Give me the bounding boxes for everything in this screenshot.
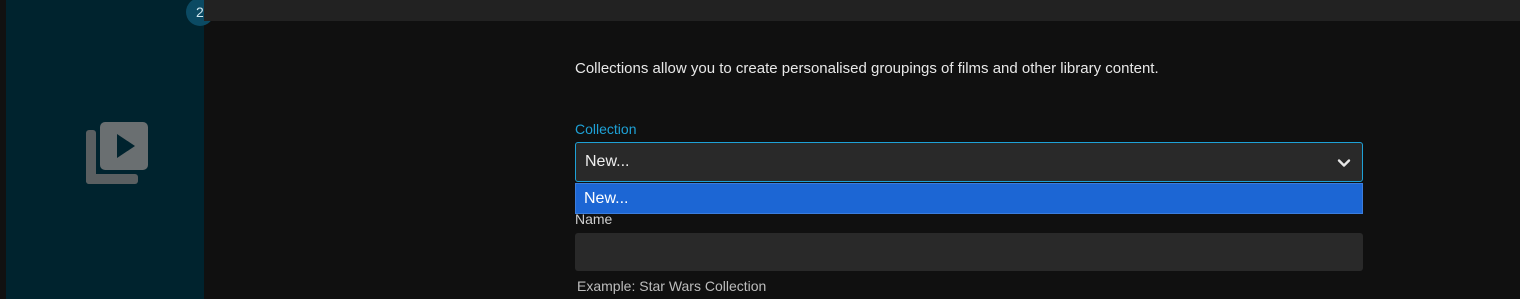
chevron-down-icon <box>1337 159 1351 167</box>
top-bar <box>204 0 1520 21</box>
collection-dropdown: New... <box>575 183 1363 214</box>
name-label: Name <box>575 211 613 227</box>
collection-selected-value: New... <box>585 153 630 170</box>
collection-description: Collections allow you to create personal… <box>575 60 1159 77</box>
dropdown-option-new[interactable]: New... <box>584 190 628 208</box>
collection-label: Collection <box>575 121 637 137</box>
name-hint: Example: Star Wars Collection <box>577 278 767 294</box>
video-library-icon <box>86 122 148 184</box>
poster-panel[interactable]: 2 <box>6 0 214 299</box>
name-input[interactable] <box>575 233 1363 271</box>
collection-select[interactable]: New... <box>575 142 1363 182</box>
